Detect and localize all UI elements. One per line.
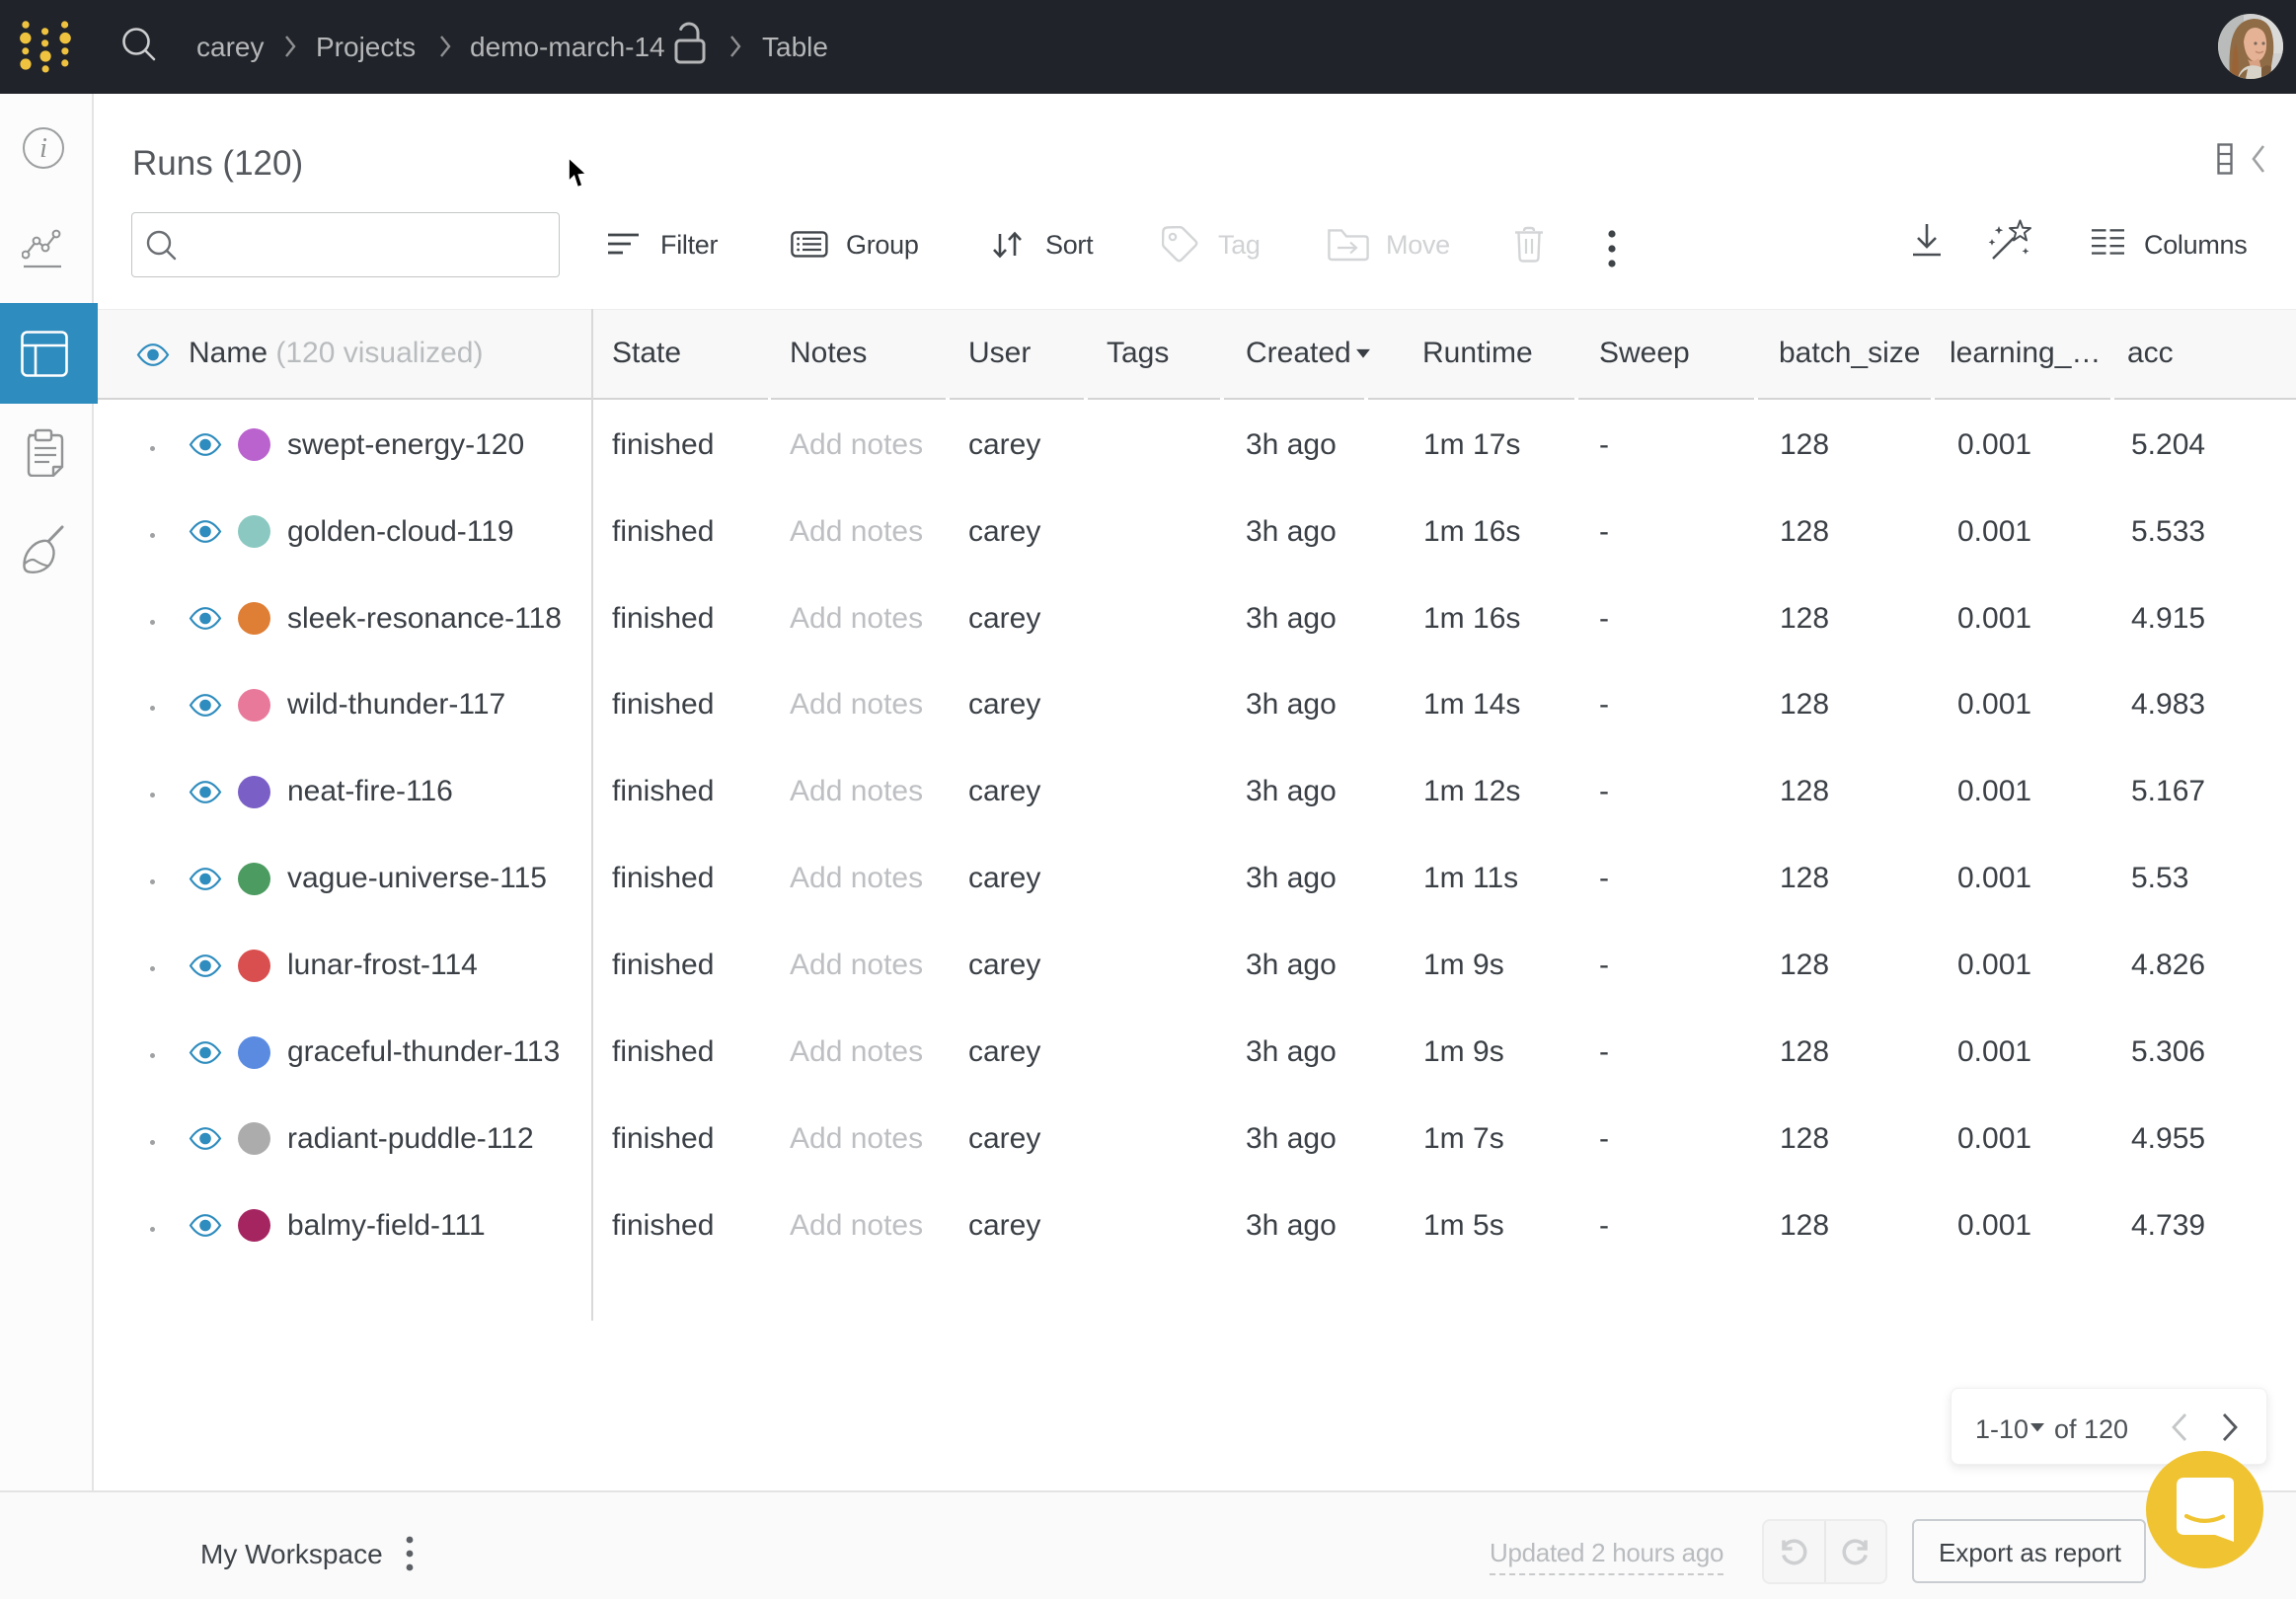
svg-text:i: i bbox=[39, 133, 47, 164]
